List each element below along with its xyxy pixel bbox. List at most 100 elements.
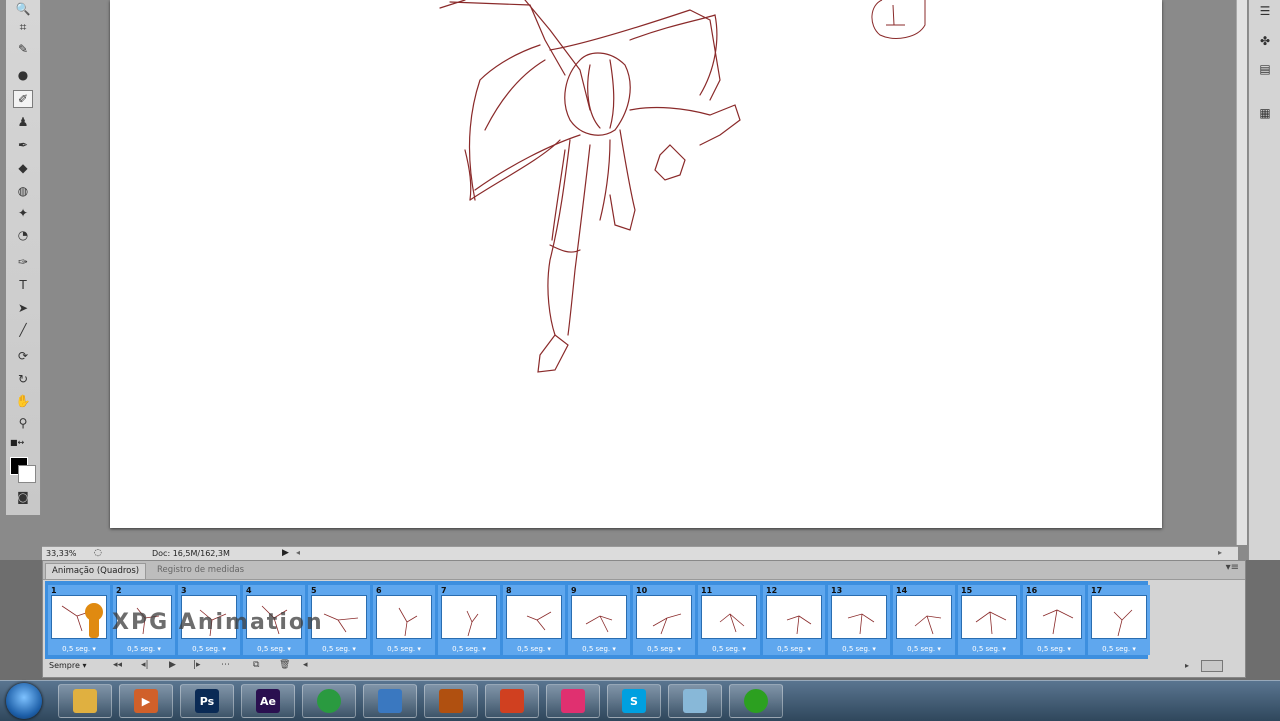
loop-options-select[interactable]: Sempre ▾ [49, 661, 86, 670]
scroll-left-icon[interactable]: ◂ [296, 548, 300, 557]
messenger-taskbar-button[interactable] [363, 684, 417, 718]
frame-thumbnail [441, 595, 497, 639]
animation-frame[interactable]: 9 0,5 seg. ▾ [568, 585, 630, 655]
layers-panel-icon[interactable]: ▦ [1256, 104, 1274, 122]
play-icon[interactable]: ▶ [169, 660, 176, 670]
drawing-canvas[interactable] [110, 0, 1162, 528]
hand-tool-icon[interactable]: ✋ [13, 392, 33, 410]
animation-frame[interactable]: 2 0,5 seg. ▾ [113, 585, 175, 655]
quick-mask-icon[interactable]: ◙ [13, 488, 33, 506]
zoom-tool-icon[interactable]: 🔍 [13, 0, 33, 18]
tab-measurement-log[interactable]: Registro de medidas [151, 563, 250, 579]
path-selection-tool-icon[interactable]: ➤ [13, 299, 33, 317]
clone-source-panel-icon[interactable]: ▤ [1256, 60, 1274, 78]
animation-frame[interactable]: 13 0,5 seg. ▾ [828, 585, 890, 655]
zoom-view-tool-icon[interactable]: ⚲ [13, 414, 33, 432]
animation-frame[interactable]: 4 0,5 seg. ▾ [243, 585, 305, 655]
notepad-taskbar-button[interactable] [668, 684, 722, 718]
green-app-taskbar-button[interactable] [729, 684, 783, 718]
animation-frame[interactable]: 17 0,5 seg. ▾ [1088, 585, 1150, 655]
animation-frame[interactable]: 3 0,5 seg. ▾ [178, 585, 240, 655]
after-effects-taskbar-button[interactable]: Ae [241, 684, 295, 718]
panel-scroll-right-icon[interactable]: ▸ [1185, 661, 1189, 670]
animation-frame[interactable]: 7 0,5 seg. ▾ [438, 585, 500, 655]
frame-delay[interactable]: 0,5 seg. ▾ [373, 645, 435, 653]
frame-delay[interactable]: 0,5 seg. ▾ [633, 645, 695, 653]
background-color-swatch[interactable] [18, 465, 36, 483]
frame-delay[interactable]: 0,5 seg. ▾ [763, 645, 825, 653]
default-colors-icon[interactable]: ■↔ [10, 438, 24, 447]
history-brush-tool-icon[interactable]: ✒ [13, 136, 33, 154]
status-bar: 33,33% ◌ Doc: 16,5M/162,3M ▶ ◂ ▸ [42, 546, 1238, 561]
3d-rotate-tool-icon[interactable]: ⟳ [13, 347, 33, 365]
frame-delay[interactable]: 0,5 seg. ▾ [48, 645, 110, 653]
animation-frame[interactable]: 12 0,5 seg. ▾ [763, 585, 825, 655]
frame-delay[interactable]: 0,5 seg. ▾ [1088, 645, 1150, 653]
paint-bucket-tool-icon[interactable]: ◍ [13, 182, 33, 200]
baseball-glove-taskbar-button[interactable] [424, 684, 478, 718]
next-frame-icon[interactable]: |▸ [193, 660, 201, 670]
frame-delay[interactable]: 0,5 seg. ▾ [308, 645, 370, 653]
clone-stamp-tool-icon[interactable]: ♟ [13, 113, 33, 131]
animation-frame[interactable]: 8 0,5 seg. ▾ [503, 585, 565, 655]
eyedropper-tool-icon[interactable]: ✎ [13, 40, 33, 58]
brush-tool-icon[interactable]: ✐ [13, 90, 33, 108]
skype-taskbar-button[interactable]: S [607, 684, 661, 718]
app-taskbar-button[interactable] [546, 684, 600, 718]
type-tool-icon[interactable]: T [13, 276, 33, 294]
status-info-icon[interactable]: ◌ [94, 548, 102, 558]
start-button[interactable] [6, 683, 42, 719]
brushes-panel-icon[interactable]: ✤ [1256, 32, 1274, 50]
first-frame-icon[interactable]: ◂◂ [113, 660, 122, 670]
frame-delay[interactable]: 0,5 seg. ▾ [503, 645, 565, 653]
vertical-scrollbar[interactable] [1236, 0, 1247, 545]
animation-frame[interactable]: 16 0,5 seg. ▾ [1023, 585, 1085, 655]
frame-delay[interactable]: 0,5 seg. ▾ [438, 645, 500, 653]
windows-explorer-taskbar-button[interactable] [58, 684, 112, 718]
baseball-glove-icon [439, 689, 463, 713]
frame-delay[interactable]: 0,5 seg. ▾ [828, 645, 890, 653]
chrome-taskbar-button[interactable] [302, 684, 356, 718]
panel-scroll-left-icon[interactable]: ◂ [303, 660, 308, 670]
panel-menu-icon[interactable]: ▾≡ [1226, 562, 1239, 573]
previous-frame-icon[interactable]: ◂| [141, 660, 149, 670]
media-player-taskbar-button[interactable]: ▶ [119, 684, 173, 718]
frame-delay[interactable]: 0,5 seg. ▾ [243, 645, 305, 653]
3d-orbit-tool-icon[interactable]: ↻ [13, 370, 33, 388]
tab-animation-frames[interactable]: Animação (Quadros) [45, 563, 147, 579]
scroll-right-icon[interactable]: ▸ [1218, 548, 1222, 557]
line-tool-icon[interactable]: ╱ [13, 321, 33, 339]
eraser-tool-icon[interactable]: ◆ [13, 159, 33, 177]
pen-tool-icon[interactable]: ✑ [13, 253, 33, 271]
frame-number: 15 [961, 586, 973, 595]
frame-delay[interactable]: 0,5 seg. ▾ [178, 645, 240, 653]
timeline-toggle-icon[interactable] [1201, 660, 1223, 672]
animation-frame[interactable]: 6 0,5 seg. ▾ [373, 585, 435, 655]
animation-frame[interactable]: 15 0,5 seg. ▾ [958, 585, 1020, 655]
frame-delay[interactable]: 0,5 seg. ▾ [698, 645, 760, 653]
blur-tool-icon[interactable]: ✦ [13, 204, 33, 222]
media-center-taskbar-button[interactable] [485, 684, 539, 718]
photoshop-taskbar-button[interactable]: Ps [180, 684, 234, 718]
frame-delay[interactable]: 0,5 seg. ▾ [1023, 645, 1085, 653]
frame-delay[interactable]: 0,5 seg. ▾ [113, 645, 175, 653]
zoom-level[interactable]: 33,33% [46, 549, 77, 558]
delete-frame-icon[interactable]: 🗑 [279, 660, 290, 670]
frame-delay[interactable]: 0,5 seg. ▾ [893, 645, 955, 653]
adjustments-panel-icon[interactable]: ☰ [1256, 2, 1274, 20]
animation-frame[interactable]: 10 0,5 seg. ▾ [633, 585, 695, 655]
duplicate-frame-icon[interactable]: ⧉ [253, 660, 259, 670]
frame-thumbnail [1091, 595, 1147, 639]
animation-frame[interactable]: 11 0,5 seg. ▾ [698, 585, 760, 655]
spot-healing-tool-icon[interactable]: ● [13, 66, 33, 84]
animation-frame[interactable]: 1 0,5 seg. ▾ [48, 585, 110, 655]
animation-frame[interactable]: 5 0,5 seg. ▾ [308, 585, 370, 655]
crop-tool-icon[interactable]: ⌗ [13, 18, 33, 36]
status-menu-arrow-icon[interactable]: ▶ [282, 548, 289, 558]
frame-delay[interactable]: 0,5 seg. ▾ [568, 645, 630, 653]
animation-frame[interactable]: 14 0,5 seg. ▾ [893, 585, 955, 655]
tween-icon[interactable]: ⋯ [221, 660, 230, 670]
document-size: Doc: 16,5M/162,3M [152, 549, 230, 558]
frame-delay[interactable]: 0,5 seg. ▾ [958, 645, 1020, 653]
dodge-tool-icon[interactable]: ◔ [13, 226, 33, 244]
